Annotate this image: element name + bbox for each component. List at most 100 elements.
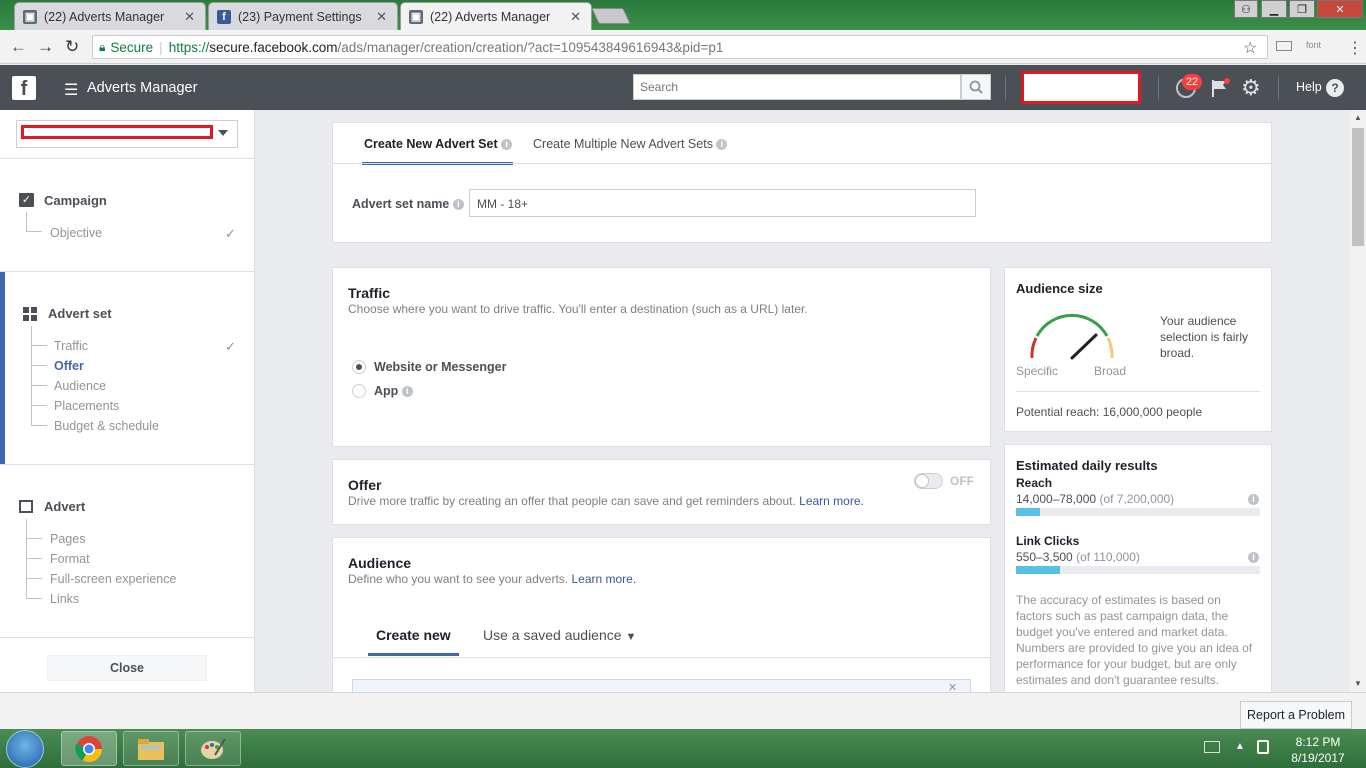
keyboard-tray-icon[interactable] [1204,741,1220,753]
close-button[interactable]: Close [47,655,207,681]
flag-icon[interactable] [1210,78,1230,101]
audience-learn-more-link[interactable]: Learn more. [571,572,636,586]
address-bar[interactable]: 🔒︎ Secure | https:// secure.facebook.com… [92,35,1268,59]
tray-expand-icon[interactable]: ▲ [1235,741,1245,752]
chrome-taskbar-icon[interactable] [61,731,117,766]
forward-icon[interactable]: → [37,37,54,57]
help-icon[interactable]: ? [1326,79,1344,97]
sidebar-section-campaign[interactable]: Campaign [44,193,107,208]
notification-badge[interactable]: 22 [1182,74,1202,90]
sidebar-item-pages[interactable]: Pages [50,532,85,546]
power-tray-icon[interactable] [1257,740,1269,754]
sidebar-item-budget-schedule[interactable]: Budget & schedule [54,419,159,433]
label-text: Advert set name [352,197,450,211]
active-tab-underline [368,653,459,656]
info-icon[interactable]: i [716,139,728,151]
search-input[interactable] [633,74,961,100]
advert-set-name-input[interactable]: MM - 18+ [469,189,976,217]
gear-icon[interactable]: ⚙ [1241,77,1261,99]
divider [0,271,254,272]
tree-connector [26,598,42,599]
estimated-results-title: Estimated daily results [1016,458,1158,473]
reach-value: 14,000–78,000 [1016,492,1097,506]
check-icon: ✓ [225,339,236,354]
tab-create-new[interactable]: Create new [376,627,451,643]
new-tab-button[interactable] [591,8,631,24]
sidebar-section-advert[interactable]: Advert [44,499,85,514]
paint-taskbar-icon[interactable] [185,731,241,766]
sidebar-item-full-screen-experience[interactable]: Full-screen experience [50,572,176,586]
sidebar-item-links[interactable]: Links [50,592,79,606]
report-problem-button[interactable]: Report a Problem [1240,701,1352,729]
audience-description: Define who you want to see your adverts.… [348,572,636,586]
offer-learn-more-link[interactable]: Learn more. [799,494,864,508]
reload-icon[interactable]: ↻ [65,37,79,57]
help-link[interactable]: Help [1296,80,1322,94]
info-icon[interactable]: i [1248,494,1259,505]
close-icon[interactable]: ✕ [376,9,387,25]
chevron-down-icon[interactable] [218,130,228,136]
radio-app[interactable] [352,384,366,398]
taskbar-clock[interactable]: 8:12 PM 8/19/2017 [1280,734,1356,766]
tab-create-new-advert-set[interactable]: Create New Advert Set i [364,137,513,151]
sidebar-item-offer[interactable]: Offer [54,359,84,373]
sidebar-item-objective[interactable]: Objective [50,226,102,240]
sidebar [0,110,255,692]
advert-icon [19,500,33,513]
app-title[interactable]: Adverts Manager [87,80,197,96]
user-icon[interactable]: ⚇ [1234,0,1258,18]
lock-icon: 🔒︎ [99,39,106,54]
scrollbar-thumb[interactable] [1352,128,1364,246]
sidebar-section-advert-set[interactable]: Advert set [48,306,112,321]
radio-website-messenger[interactable] [352,360,366,374]
tab-use-saved-audience[interactable]: Use a saved audience ▼ [483,627,636,643]
search-icon[interactable] [961,74,991,100]
sidebar-item-placements[interactable]: Placements [54,399,119,413]
tab-create-multiple-advert-sets[interactable]: Create Multiple New Advert Sets i [533,137,728,151]
offer-toggle[interactable] [914,473,943,489]
offer-description: Drive more traffic by creating an offer … [348,494,864,508]
browser-tab-3[interactable]: ▣ (22) Adverts Manager ✕ [400,2,592,30]
tab-label: Create New Advert Set [364,137,498,151]
start-button-icon[interactable] [6,730,44,768]
tree-connector [31,326,32,426]
hamburger-menu-icon[interactable]: ☰ [64,80,78,100]
link-clicks-meter [1016,566,1260,574]
browser-tab-2[interactable]: f (23) Payment Settings ✕ [208,2,398,30]
check-icon: ✓ [225,226,236,241]
sidebar-item-audience[interactable]: Audience [54,379,106,393]
facebook-logo-icon[interactable]: f [12,76,36,100]
window-close-icon[interactable]: ✕ [1317,0,1363,18]
close-icon[interactable]: ✕ [184,9,195,25]
minimize-icon[interactable]: ▁ [1261,0,1287,18]
link-clicks-label: Link Clicks [1016,534,1080,548]
header-divider [1278,76,1279,100]
browser-tab-1[interactable]: ▣ (22) Adverts Manager ✕ [14,2,206,30]
option-app[interactable]: App i [374,384,413,398]
divider [0,158,254,159]
sidebar-item-format[interactable]: Format [50,552,90,566]
info-icon[interactable]: i [501,139,513,151]
scroll-down-arrow-icon[interactable]: ▼ [1354,679,1362,688]
reach-value-line: 14,000–78,000 (of 7,200,000) [1016,492,1174,506]
option-website-messenger[interactable]: Website or Messenger [374,360,506,374]
tree-connector [31,425,47,426]
reach-total: (of 7,200,000) [1099,492,1175,506]
audience-size-title: Audience size [1016,281,1103,296]
extension-icon[interactable] [1276,41,1292,51]
url-path: /ads/manager/creation/creation/?act=1095… [337,39,724,55]
reach-meter [1016,508,1260,516]
info-icon[interactable]: i [452,199,464,211]
info-icon[interactable]: i [401,386,413,398]
back-icon[interactable]: ← [10,37,27,57]
font-extension-icon[interactable]: font [1306,40,1321,50]
close-icon[interactable]: ✕ [570,9,581,25]
explorer-taskbar-icon[interactable] [123,731,179,766]
bookmark-star-icon[interactable]: ☆ [1243,38,1257,58]
info-icon[interactable]: i [1248,552,1259,563]
sidebar-item-traffic[interactable]: Traffic [54,339,88,353]
menu-icon[interactable]: ⋮ [1347,38,1363,58]
restore-icon[interactable]: ❐ [1289,0,1315,18]
offer-toggle-state: OFF [950,474,974,488]
scroll-up-arrow-icon[interactable]: ▲ [1354,113,1362,122]
